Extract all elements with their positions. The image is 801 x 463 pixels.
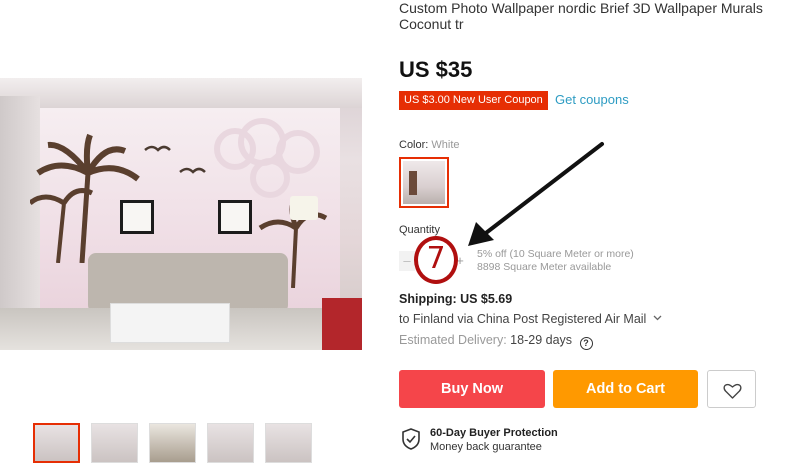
buyer-protection-title: 60-Day Buyer Protection <box>430 427 558 439</box>
quantity-label: Quantity <box>399 224 440 236</box>
get-coupons-link[interactable]: Get coupons <box>555 92 629 107</box>
arrow-annotation <box>468 142 604 246</box>
wall-frame-image <box>120 200 154 234</box>
add-to-cart-button[interactable]: Add to Cart <box>553 370 698 408</box>
thumbnail[interactable] <box>149 423 196 463</box>
thumbnail[interactable] <box>33 423 80 463</box>
shield-check-icon <box>402 428 420 450</box>
main-product-image[interactable] <box>0 78 362 350</box>
table-image <box>110 303 230 343</box>
chevron-down-icon <box>653 315 662 321</box>
color-swatch-image <box>403 161 445 204</box>
coupon-badge: US $3.00 New User Coupon <box>399 91 548 110</box>
quantity-available: 8898 Square Meter available <box>477 261 612 273</box>
product-price: US $35 <box>399 57 473 82</box>
estimated-delivery: Estimated Delivery: 18-29 days ? <box>399 333 593 350</box>
delivery-days: 18-29 days <box>510 333 573 347</box>
red-rug-image <box>322 298 362 350</box>
product-title: Custom Photo Wallpaper nordic Brief 3D W… <box>399 0 763 34</box>
color-value: White <box>431 139 460 151</box>
shipping-method-text: to Finland via China Post Registered Air… <box>399 312 647 326</box>
color-label: Color: White <box>399 139 460 151</box>
image-ring <box>250 158 290 198</box>
wall-frame-image <box>218 200 252 234</box>
quantity-annotation: 7 <box>414 236 458 284</box>
color-label-text: Color: <box>399 139 429 151</box>
shipping-cost: Shipping: US $5.69 <box>399 292 513 306</box>
thumbnail[interactable] <box>91 423 138 463</box>
wishlist-button[interactable] <box>707 370 756 408</box>
quantity-info: 5% off (10 Square Meter or more) 8898 Sq… <box>477 248 634 274</box>
shipping-method[interactable]: to Finland via China Post Registered Air… <box>399 312 662 326</box>
delivery-label: Estimated Delivery: <box>399 333 507 347</box>
buy-now-button[interactable]: Buy Now <box>399 370 545 408</box>
palm-tree-image <box>30 133 140 263</box>
color-option-white[interactable] <box>399 157 449 208</box>
image-ceiling <box>0 78 362 108</box>
question-circle-icon[interactable]: ? <box>579 337 593 350</box>
lamp-image <box>290 196 318 220</box>
quantity-minus-button[interactable]: – <box>399 251 415 271</box>
heart-icon <box>723 383 742 399</box>
birds-image <box>144 145 206 174</box>
thumbnail[interactable] <box>207 423 254 463</box>
thumbnail[interactable] <box>265 423 312 463</box>
buyer-protection-subtitle: Money back guarantee <box>430 441 542 453</box>
thumbnail-strip <box>33 423 312 463</box>
